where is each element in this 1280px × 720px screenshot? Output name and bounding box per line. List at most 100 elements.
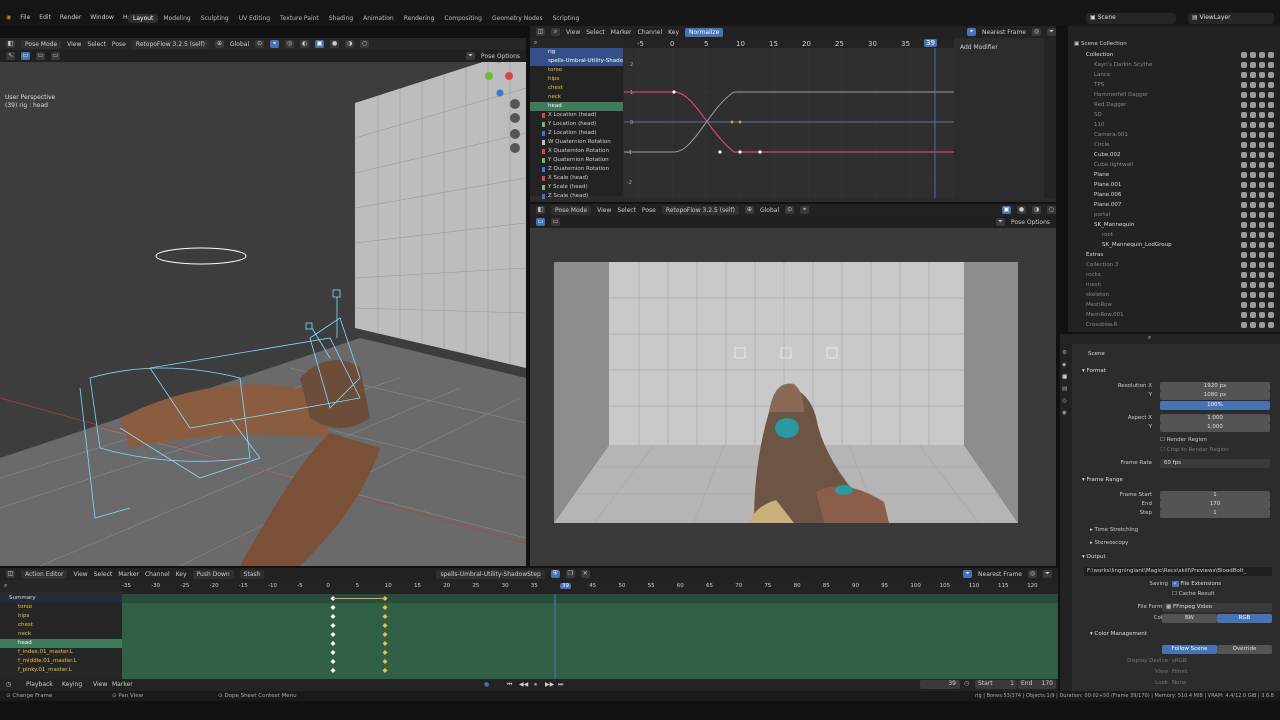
camera-mode-selector[interactable]: Pose Mode [551, 205, 592, 215]
eye-icon[interactable] [1259, 112, 1265, 118]
eye-icon[interactable] [1259, 72, 1265, 78]
dope-timeline-ruler[interactable]: -35 -30 -25 -20 -15 -10 -5 0 5 10 15 20 25 30 35 39 45 50… [122, 580, 1058, 594]
camera-icon[interactable] [1268, 52, 1274, 58]
graph-channel[interactable]: Y Quaternion Rotation [530, 156, 623, 165]
dope-snap-icon[interactable]: ⌖ [963, 570, 973, 578]
viewport-menu-view[interactable]: View [67, 41, 81, 48]
tab-animation[interactable]: Animation [358, 14, 399, 23]
world-tab-icon[interactable]: ◉ [1062, 410, 1070, 416]
camera-solid-icon[interactable]: ● [1017, 206, 1026, 214]
camera-icon[interactable] [1268, 262, 1274, 268]
viewport-menu-select[interactable]: Select [87, 41, 106, 48]
menu-render[interactable]: Render [60, 14, 81, 21]
select-icon[interactable] [1250, 242, 1256, 248]
eye-icon[interactable] [1259, 162, 1265, 168]
camera-icon[interactable] [1268, 132, 1274, 138]
dope-menu-view[interactable]: View [73, 571, 87, 578]
eye-icon[interactable] [1259, 102, 1265, 108]
dope-current-frame[interactable]: 39 [560, 583, 571, 589]
outliner-item[interactable]: Plane [1068, 170, 1280, 180]
camera-icon[interactable] [1268, 152, 1274, 158]
select-icon[interactable] [1250, 92, 1256, 98]
output-tab-icon[interactable]: ▦ [1062, 374, 1070, 380]
scene-tab-icon[interactable]: ◎ [1062, 398, 1070, 404]
follow-scene-button[interactable]: Follow Scene [1162, 645, 1217, 654]
select-icon[interactable] [1250, 232, 1256, 238]
render-region-checkbox[interactable]: ☐ Render Region [1160, 436, 1207, 445]
editor-type-icon[interactable]: ◫ [6, 570, 15, 578]
proportional-edit-icon[interactable]: ◎ [285, 40, 295, 48]
camera-icon[interactable] [1268, 222, 1274, 228]
eye-icon[interactable] [1259, 122, 1265, 128]
outliner-item[interactable]: Hammerfell Dagger [1068, 90, 1280, 100]
tab-modeling[interactable]: Modeling [158, 14, 195, 23]
camera-action-selector[interactable]: RetopoFlow 3.2.5 (self) [661, 205, 739, 215]
checkbox-icon[interactable] [1241, 62, 1247, 68]
add-modifier-button[interactable]: Add Modifier [960, 44, 998, 51]
eye-icon[interactable] [1259, 302, 1265, 308]
outliner-item[interactable]: SK_Mannequin_LodGroup [1068, 240, 1280, 250]
format-panel-header[interactable]: ▾ Format [1082, 367, 1106, 376]
dope-channel[interactable]: f_pinky.01_master.L [0, 666, 122, 675]
frame-range-panel-header[interactable]: ▾ Frame Range [1082, 476, 1123, 485]
tool-tab-icon[interactable]: ⚙ [1062, 350, 1070, 356]
checkbox-icon[interactable] [1241, 182, 1247, 188]
outliner-toggles[interactable] [1241, 182, 1274, 188]
select-icon[interactable] [1250, 62, 1256, 68]
outliner-item[interactable]: Red Dagger [1068, 100, 1280, 110]
select-icon[interactable] [1250, 182, 1256, 188]
outliner-toggles[interactable] [1241, 62, 1274, 68]
outliner-toggles[interactable] [1241, 102, 1274, 108]
graph-channel[interactable]: hips [530, 75, 623, 84]
checkbox-icon[interactable] [1241, 322, 1247, 328]
dope-keyframe-area[interactable] [122, 594, 1058, 682]
camera-rendered-icon[interactable]: ○ [1047, 206, 1056, 214]
end-frame-field[interactable]: End 170 [1018, 680, 1056, 689]
graph-channel[interactable]: Y Scale (head) [530, 183, 623, 192]
color-bw-button[interactable]: BW [1162, 614, 1217, 623]
crop-region-checkbox[interactable]: ☐ Crop to Render Region [1160, 446, 1229, 455]
outliner-item[interactable]: portal [1068, 210, 1280, 220]
blender-logo-icon[interactable]: ◉ [6, 14, 11, 21]
area-divider[interactable] [1058, 568, 1060, 692]
outliner[interactable]: ▣ Scene Collection Collection Kayn's Dark… [1068, 26, 1280, 332]
select-icon[interactable] [1250, 322, 1256, 328]
tab-compositing[interactable]: Compositing [439, 14, 487, 23]
camera-icon[interactable] [1268, 112, 1274, 118]
rendered-shading-icon[interactable]: ○ [360, 40, 370, 48]
graph-snap-icon[interactable]: ⌖ [967, 28, 977, 36]
jump-prev-key-icon[interactable]: ◀◀ [519, 681, 528, 688]
stereoscopy-panel[interactable]: ▸ Stereoscopy [1090, 539, 1128, 548]
preview-range-icon[interactable]: ◷ [964, 680, 972, 689]
eye-icon[interactable] [1259, 82, 1265, 88]
graph-channel[interactable]: Y Location (head) [530, 120, 623, 129]
camera-icon[interactable] [1268, 272, 1274, 278]
graph-editor[interactable]: ◫ ⌕ View Select Marker Channel Key Norma… [530, 26, 1056, 202]
outliner-item[interactable]: Crossbow.R [1068, 320, 1280, 330]
eye-icon[interactable] [1259, 192, 1265, 198]
graph-channel[interactable]: Z Scale (head) [530, 192, 623, 201]
outliner-toggles[interactable] [1241, 172, 1274, 178]
dope-filter-icon[interactable]: ⏷ [1043, 570, 1052, 578]
solid-shading-icon[interactable]: ● [330, 40, 340, 48]
frame-end-field[interactable]: 170 [1160, 500, 1270, 509]
dope-channel[interactable]: Summary [0, 594, 122, 603]
dope-menu-marker[interactable]: Marker [118, 571, 139, 578]
camera-icon[interactable] [1268, 192, 1274, 198]
graph-channel[interactable]: torso [530, 66, 623, 75]
snap-icon[interactable]: ⌖ [270, 40, 280, 48]
camera-icon[interactable] [1268, 302, 1274, 308]
outliner-scene-collection[interactable]: ▣ Scene Collection [1074, 40, 1127, 49]
outliner-item[interactable]: Kayn's Darkin Scythe [1068, 60, 1280, 70]
select-icon[interactable] [1250, 222, 1256, 228]
dope-sheet[interactable]: ◫ Action Editor View Select Marker Chann… [0, 568, 1058, 690]
checkbox-icon[interactable] [1241, 192, 1247, 198]
graph-channel[interactable]: X Location (head) [530, 111, 623, 120]
editor-type-icon[interactable]: ◧ [536, 206, 545, 214]
eye-icon[interactable] [1259, 142, 1265, 148]
checkbox-icon[interactable] [1241, 112, 1247, 118]
outliner-toggles[interactable] [1241, 192, 1274, 198]
camera-menu-pose[interactable]: Pose [642, 207, 656, 214]
view-layer-tab-icon[interactable]: ▤ [1062, 386, 1070, 392]
camera-icon[interactable] [1268, 282, 1274, 288]
